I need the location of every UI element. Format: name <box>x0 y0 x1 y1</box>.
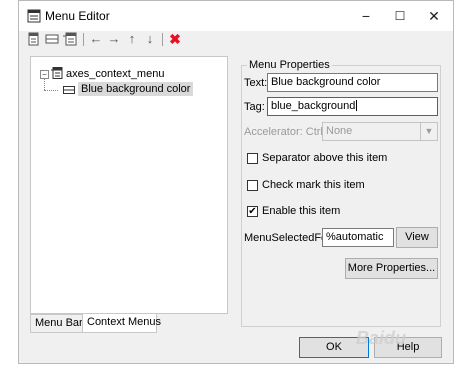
context-menu-icon <box>51 67 63 79</box>
enable-checkbox[interactable]: ✔ <box>247 206 258 217</box>
new-context-menu-icon[interactable] <box>63 32 77 46</box>
text-label: Text: <box>244 77 268 89</box>
menu-item-icon <box>63 86 75 94</box>
collapse-icon[interactable]: − <box>40 70 49 79</box>
move-right-icon[interactable]: → <box>107 32 121 46</box>
title-bar: Menu Editor − ☐ ✕ <box>19 1 453 31</box>
chevron-down-icon: ▼ <box>420 123 437 140</box>
toolbar-separator <box>83 33 84 46</box>
menu-tree[interactable]: − axes_context_menu Blue background colo… <box>30 56 228 314</box>
check-mark-checkbox[interactable] <box>247 180 258 191</box>
new-menu-icon[interactable] <box>27 32 41 46</box>
toolbar: ← → ↑ ↓ ✖ <box>19 31 453 49</box>
separator-checkbox[interactable] <box>247 153 258 164</box>
accelerator-value: None <box>326 125 353 137</box>
separator-label: Separator above this item <box>262 152 388 164</box>
maximize-button[interactable]: ☐ <box>383 5 417 27</box>
move-left-icon[interactable]: ← <box>89 32 103 46</box>
ok-button[interactable]: OK <box>299 337 369 358</box>
accelerator-select[interactable]: None ▼ <box>322 122 438 141</box>
move-up-icon[interactable]: ↑ <box>125 32 139 46</box>
menu-editor-icon <box>27 9 41 23</box>
move-down-icon[interactable]: ↓ <box>143 32 157 46</box>
toolbar-separator <box>162 33 163 46</box>
delete-icon[interactable]: ✖ <box>168 32 182 46</box>
tab-menu-bar[interactable]: Menu Bar <box>30 314 85 333</box>
tag-field[interactable]: blue_background <box>267 97 438 116</box>
tree-item-axes-context-menu[interactable]: axes_context_menu <box>66 68 164 80</box>
minimize-button[interactable]: − <box>349 5 383 27</box>
check-mark-label: Check mark this item <box>262 179 365 191</box>
window-title: Menu Editor <box>45 9 110 23</box>
accelerator-label: Accelerator: Ctrl + <box>244 126 333 138</box>
tag-label: Tag: <box>244 101 265 113</box>
help-button[interactable]: Help <box>374 337 442 358</box>
text-cursor <box>356 100 358 111</box>
close-button[interactable]: ✕ <box>417 5 451 27</box>
tag-field-value: blue_background <box>271 100 356 112</box>
more-properties-button[interactable]: More Properties... <box>345 258 438 279</box>
new-menu-item-icon[interactable] <box>45 32 59 46</box>
callback-field[interactable]: %automatic <box>322 228 394 247</box>
menu-properties-title: Menu Properties <box>247 59 332 71</box>
tab-context-menus[interactable]: Context Menus <box>82 314 161 333</box>
view-button[interactable]: View <box>396 227 438 248</box>
text-field[interactable]: Blue background color <box>267 73 438 92</box>
menu-editor-window: Menu Editor − ☐ ✕ ← → ↑ ↓ ✖ − axes_conte… <box>18 0 454 364</box>
enable-label: Enable this item <box>262 205 341 217</box>
tree-item-blue-background-color[interactable]: Blue background color <box>78 82 194 96</box>
